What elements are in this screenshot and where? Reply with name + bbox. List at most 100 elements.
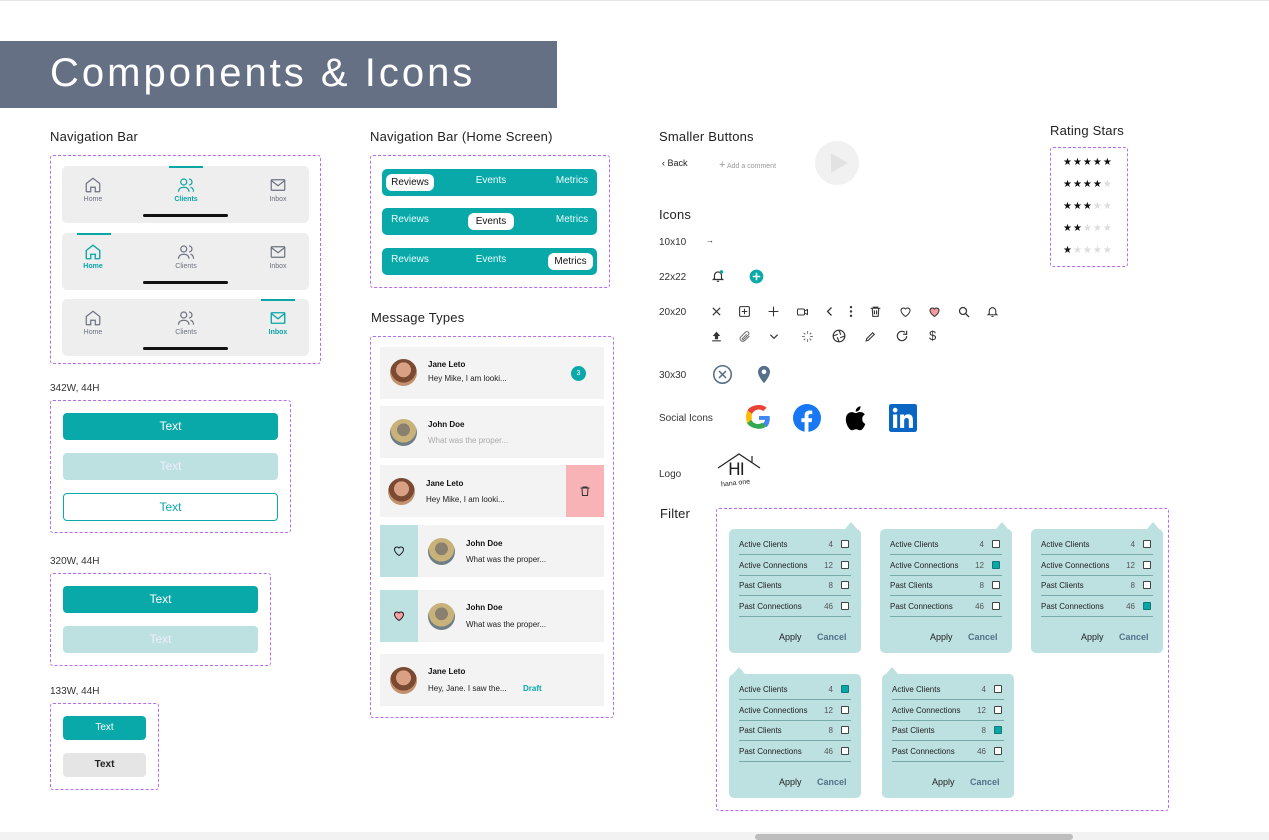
cancel-button[interactable]: Cancel (817, 777, 847, 787)
message-favorited[interactable]: John Doe What was the proper... (380, 590, 604, 642)
unread-badge: 3 (571, 366, 586, 381)
nav-item-home[interactable]: Home (63, 243, 123, 270)
tab-reviews[interactable]: Reviews (386, 254, 434, 265)
tab-reviews[interactable]: Reviews (386, 214, 434, 225)
filter-option[interactable]: Active Clients 4 (739, 535, 851, 555)
nav-item-home[interactable]: Home (63, 176, 123, 203)
filter-option[interactable]: Active Connections 12 (890, 556, 1002, 576)
filter-checkbox[interactable] (841, 685, 849, 693)
filter-checkbox[interactable] (994, 726, 1002, 734)
filter-option[interactable]: Past Connections 46 (892, 742, 1004, 762)
rating-2[interactable]: ★★★★★ (1063, 223, 1113, 234)
filter-checkbox[interactable] (841, 726, 849, 734)
filter-option[interactable]: Active Clients 4 (892, 680, 1004, 700)
facebook-icon[interactable] (793, 404, 821, 432)
rating-1[interactable]: ★★★★★ (1063, 245, 1113, 256)
nav-item-clients[interactable]: Clients (156, 176, 216, 203)
delete-action[interactable] (566, 465, 604, 517)
filter-checkbox[interactable] (1143, 601, 1151, 610)
message-swipe-delete[interactable]: Jane Leto Hey Mike, I am looki... (380, 465, 604, 517)
apply-button[interactable]: Apply (1081, 632, 1104, 642)
apply-button[interactable]: Apply (779, 777, 802, 787)
favorite-action[interactable] (380, 525, 418, 577)
primary-button[interactable]: Text (63, 413, 278, 440)
filter-checkbox[interactable] (841, 581, 849, 589)
apply-button[interactable]: Apply (930, 632, 953, 642)
outline-button[interactable]: Text (63, 493, 278, 521)
horizontal-scrollbar-thumb[interactable] (755, 834, 1073, 840)
filter-option[interactable]: Past Clients 8 (739, 576, 851, 596)
filter-checkbox[interactable] (841, 560, 849, 569)
filter-option[interactable]: Past Connections 46 (1041, 597, 1153, 617)
filter-checkbox[interactable] (992, 540, 1000, 548)
favorite-action[interactable] (380, 590, 418, 642)
rating-5[interactable]: ★★★★★ (1063, 157, 1113, 168)
nav-item-clients[interactable]: Clients (156, 309, 216, 336)
filter-checkbox[interactable] (841, 601, 849, 610)
nav-item-inbox[interactable]: Inbox (248, 176, 308, 203)
message-read[interactable]: John Doe What was the proper... (380, 406, 604, 458)
filter-option[interactable]: Active Clients 4 (890, 535, 1002, 555)
filter-option[interactable]: Past Clients 8 (892, 721, 1004, 741)
nav-item-inbox[interactable]: Inbox (248, 309, 308, 336)
cancel-button[interactable]: Cancel (970, 777, 1000, 787)
tab-events[interactable]: Events (467, 175, 515, 186)
horizontal-scrollbar-track[interactable] (0, 832, 1269, 840)
back-button[interactable]: ‹ Back (662, 158, 688, 168)
filter-option[interactable]: Active Connections 12 (1041, 556, 1153, 576)
tab-metrics[interactable]: Metrics (548, 175, 596, 186)
play-button[interactable] (815, 141, 859, 185)
filter-option[interactable]: Active Connections 12 (739, 556, 851, 576)
filter-checkbox[interactable] (1143, 560, 1151, 569)
filter-option[interactable]: Past Clients 8 (1041, 576, 1153, 596)
tab-metrics[interactable]: Metrics (548, 214, 596, 225)
logo-subtext: hana one (720, 478, 751, 489)
filter-option[interactable]: Past Connections 46 (739, 742, 851, 762)
filter-checkbox[interactable] (992, 581, 1000, 589)
nav-item-clients[interactable]: Clients (156, 243, 216, 270)
filter-option-count: 8 (979, 581, 984, 590)
small-secondary-button[interactable]: Text (63, 753, 146, 777)
cancel-button[interactable]: Cancel (968, 632, 998, 642)
message-swipe-favorite[interactable]: John Doe What was the proper... (380, 525, 604, 577)
linkedin-icon[interactable] (889, 404, 917, 432)
filter-checkbox[interactable] (992, 560, 1000, 569)
filter-checkbox[interactable] (841, 746, 849, 755)
filter-checkbox[interactable] (841, 540, 849, 548)
apple-icon[interactable] (842, 404, 867, 432)
google-icon[interactable] (746, 405, 772, 431)
primary-button[interactable]: Text (63, 586, 258, 613)
cancel-button[interactable]: Cancel (817, 632, 847, 642)
filter-checkbox[interactable] (994, 705, 1002, 714)
apply-button[interactable]: Apply (779, 632, 802, 642)
rating-4[interactable]: ★★★★★ (1063, 179, 1113, 190)
filter-option[interactable]: Past Connections 46 (890, 597, 1002, 617)
filter-checkbox[interactable] (994, 685, 1002, 693)
rating-3[interactable]: ★★★★★ (1063, 201, 1113, 212)
tab-metrics[interactable]: Metrics (548, 253, 593, 270)
filter-checkbox[interactable] (1143, 581, 1151, 589)
filter-option[interactable]: Past Clients 8 (739, 721, 851, 741)
filter-option[interactable]: Past Connections 46 (739, 597, 851, 617)
filter-option[interactable]: Active Clients 4 (739, 680, 851, 700)
filter-option[interactable]: Active Connections 12 (739, 701, 851, 721)
filter-option[interactable]: Active Connections 12 (892, 701, 1004, 721)
cancel-button[interactable]: Cancel (1119, 632, 1149, 642)
filter-checkbox[interactable] (841, 705, 849, 714)
tab-events[interactable]: Events (468, 213, 514, 230)
filter-checkbox[interactable] (1143, 540, 1151, 548)
filter-option[interactable]: Past Clients 8 (890, 576, 1002, 596)
back-label: Back (667, 158, 688, 168)
filter-checkbox[interactable] (992, 601, 1000, 610)
tab-reviews[interactable]: Reviews (386, 174, 434, 191)
small-primary-button[interactable]: Text (63, 716, 146, 740)
nav-item-inbox[interactable]: Inbox (248, 243, 308, 270)
filter-checkbox[interactable] (994, 746, 1002, 755)
tab-events[interactable]: Events (467, 254, 515, 265)
nav-item-home[interactable]: Home (63, 309, 123, 336)
filter-option[interactable]: Active Clients 4 (1041, 535, 1153, 555)
message-unread[interactable]: Jane Leto Hey Mike, I am looki... 3 (380, 347, 604, 399)
message-draft[interactable]: Jane Leto Hey, Jane. I saw the... Draft (380, 654, 604, 706)
add-comment-button[interactable]: + Add a comment (719, 159, 776, 171)
apply-button[interactable]: Apply (932, 777, 955, 787)
